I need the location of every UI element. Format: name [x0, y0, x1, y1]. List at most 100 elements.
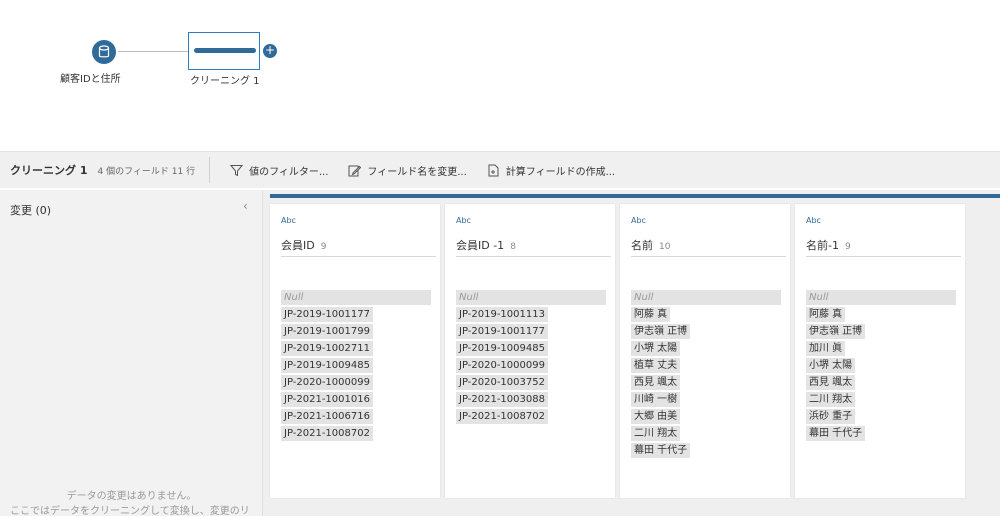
- value-bar[interactable]: 小堺 太陽: [806, 358, 961, 373]
- value-count-bar: [281, 290, 431, 305]
- value-label: JP-2019-1001799: [284, 326, 370, 337]
- value-bar[interactable]: 二川 翔太: [631, 426, 786, 441]
- field-divider: [806, 256, 961, 257]
- value-label: JP-2019-1009485: [459, 343, 545, 354]
- field-header[interactable]: 名前 10: [631, 237, 670, 253]
- value-count-bar: [806, 290, 956, 305]
- value-count-bar: [631, 290, 781, 305]
- value-bar[interactable]: 伊志嶺 正博: [631, 324, 786, 339]
- field-type-icon: Abc: [631, 216, 646, 225]
- value-count-bar: [456, 290, 606, 305]
- field-card[interactable]: Abc 会員ID -1 8 Null JP-2019-1001113 JP-2019-10…: [445, 204, 615, 498]
- value-bar[interactable]: JP-2019-1002711: [281, 341, 436, 356]
- input-node[interactable]: [92, 40, 116, 64]
- changes-title: 変更 (0): [10, 204, 52, 217]
- flow-canvas[interactable]: 顧客IDと住所 + クリーニング 1: [0, 0, 1000, 150]
- create-calculated-field-button[interactable]: 計算フィールドの作成...: [487, 163, 615, 178]
- value-bar[interactable]: 西見 颯太: [631, 375, 786, 390]
- field-value-count: 9: [320, 242, 327, 252]
- value-label: JP-2020-1000099: [459, 360, 545, 371]
- value-bar[interactable]: 幕田 千代子: [631, 443, 786, 458]
- field-name: 会員ID: [281, 239, 315, 252]
- profile-header-strip: [270, 194, 1000, 198]
- value-label: Null: [809, 292, 829, 303]
- null-value-bar[interactable]: Null: [456, 290, 611, 305]
- field-type-icon: Abc: [281, 216, 296, 225]
- value-bar[interactable]: JP-2021-1001016: [281, 392, 436, 407]
- create-calculated-field-label: 計算フィールドの作成...: [505, 166, 616, 178]
- value-label: 浜砂 重子: [809, 411, 853, 422]
- value-label: JP-2021-1003088: [459, 394, 545, 405]
- clean-node[interactable]: [188, 32, 260, 70]
- rename-field-button[interactable]: フィールド名を変更...: [348, 163, 467, 178]
- profile-pane: Abc 会員ID 9 Null JP-2019-1001177 JP-2019-10017…: [263, 190, 1000, 516]
- value-bar[interactable]: JP-2019-1001177: [281, 307, 436, 322]
- value-bar[interactable]: 阿藤 真: [631, 307, 786, 322]
- add-step-button[interactable]: +: [263, 44, 277, 58]
- field-header[interactable]: 会員ID 9: [281, 237, 326, 253]
- value-label: JP-2019-1002711: [284, 343, 370, 354]
- value-bar[interactable]: JP-2019-1009485: [281, 358, 436, 373]
- value-bar[interactable]: 小堺 太陽: [631, 341, 786, 356]
- value-label: 小堺 太陽: [634, 343, 678, 354]
- field-value-count: 10: [659, 242, 671, 252]
- null-value-bar[interactable]: Null: [281, 290, 436, 305]
- value-label: JP-2019-1001177: [459, 326, 545, 337]
- field-card[interactable]: Abc 名前-1 9 Null 阿藤 真伊志嶺 正博 加川 眞小堺 太陽 西見 颯太 二川 翔…: [795, 204, 965, 498]
- value-bar[interactable]: 植草 丈夫: [631, 358, 786, 373]
- filter-icon: [230, 164, 244, 176]
- value-bar[interactable]: JP-2019-1001799: [281, 324, 436, 339]
- value-bar[interactable]: JP-2020-1003752: [456, 375, 611, 390]
- null-value-bar[interactable]: Null: [806, 290, 961, 305]
- filter-values-button[interactable]: 値のフィルター...: [230, 163, 328, 178]
- step-meta: 4 個のフィールド 11 行: [97, 166, 196, 177]
- clean-node-label: クリーニング 1: [190, 76, 260, 87]
- value-bar[interactable]: JP-2020-1000099: [456, 358, 611, 373]
- value-bar[interactable]: 幕田 千代子: [806, 426, 961, 441]
- value-label: JP-2019-1001177: [284, 309, 370, 320]
- value-bar[interactable]: JP-2021-1006716: [281, 409, 436, 424]
- collapse-panel-icon[interactable]: ‹: [243, 199, 248, 213]
- value-bar[interactable]: 川崎 一樹: [631, 392, 786, 407]
- value-label: 二川 翔太: [634, 428, 678, 439]
- value-label: 幕田 千代子: [809, 428, 863, 439]
- field-name: 名前: [631, 239, 653, 252]
- value-bar[interactable]: 二川 翔太: [806, 392, 961, 407]
- value-list: Null JP-2019-1001177 JP-2019-1001799 JP-201…: [281, 290, 436, 443]
- value-bar[interactable]: 大郷 由美: [631, 409, 786, 424]
- value-bar[interactable]: 阿藤 真: [806, 307, 961, 322]
- null-value-bar[interactable]: Null: [631, 290, 786, 305]
- database-icon: [98, 45, 110, 58]
- profile-toolbar: クリーニング 1 4 個のフィールド 11 行 値のフィルター... フィールド…: [0, 151, 1000, 188]
- value-bar[interactable]: 伊志嶺 正博: [806, 324, 961, 339]
- field-card[interactable]: Abc 名前 10 Null 阿藤 真伊志嶺 正博小堺 太陽植草 丈夫西見 颯太川崎 一…: [620, 204, 790, 498]
- value-bar[interactable]: 浜砂 重子: [806, 409, 961, 424]
- value-bar[interactable]: JP-2021-1008702: [281, 426, 436, 441]
- field-value-count: 9: [844, 242, 851, 252]
- value-list: Null 阿藤 真伊志嶺 正博加川 眞小堺 太陽西見 颯太二川 翔太浜砂 重子幕田…: [806, 290, 961, 443]
- field-card[interactable]: Abc 会員ID 9 Null JP-2019-1001177 JP-2019-10017…: [270, 204, 440, 498]
- value-list: Null 阿藤 真伊志嶺 正博小堺 太陽植草 丈夫西見 颯太川崎 一樹大郷 由美二…: [631, 290, 786, 460]
- value-bar[interactable]: JP-2019-1001113: [456, 307, 611, 322]
- value-label: 伊志嶺 正博: [809, 326, 863, 337]
- value-bar[interactable]: JP-2019-1009485: [456, 341, 611, 356]
- value-bar[interactable]: JP-2021-1003088: [456, 392, 611, 407]
- value-label: Null: [634, 292, 654, 303]
- value-bar[interactable]: JP-2021-1008702: [456, 409, 611, 424]
- value-label: 幕田 千代子: [634, 445, 688, 456]
- field-header[interactable]: 会員ID -1 8: [456, 237, 516, 253]
- value-bar[interactable]: JP-2019-1001177: [456, 324, 611, 339]
- field-divider: [631, 256, 786, 257]
- value-bar[interactable]: 西見 颯太: [806, 375, 961, 390]
- toolbar-divider: [209, 157, 211, 183]
- flow-connector: [118, 51, 188, 52]
- field-divider: [281, 256, 436, 257]
- edit-icon: [348, 165, 362, 176]
- value-label: 植草 丈夫: [634, 360, 678, 371]
- value-bar[interactable]: JP-2020-1000099: [281, 375, 436, 390]
- changes-panel: 変更 (0) ‹ データの変更はありません。 ここではデータをクリーニングして変…: [0, 190, 263, 517]
- changes-empty-hint: ここではデータをクリーニングして変換し、変更のリ: [10, 506, 250, 517]
- field-header[interactable]: 名前-1 9: [806, 237, 851, 253]
- value-bar[interactable]: 加川 眞: [806, 341, 961, 356]
- value-label: 西見 颯太: [809, 377, 853, 388]
